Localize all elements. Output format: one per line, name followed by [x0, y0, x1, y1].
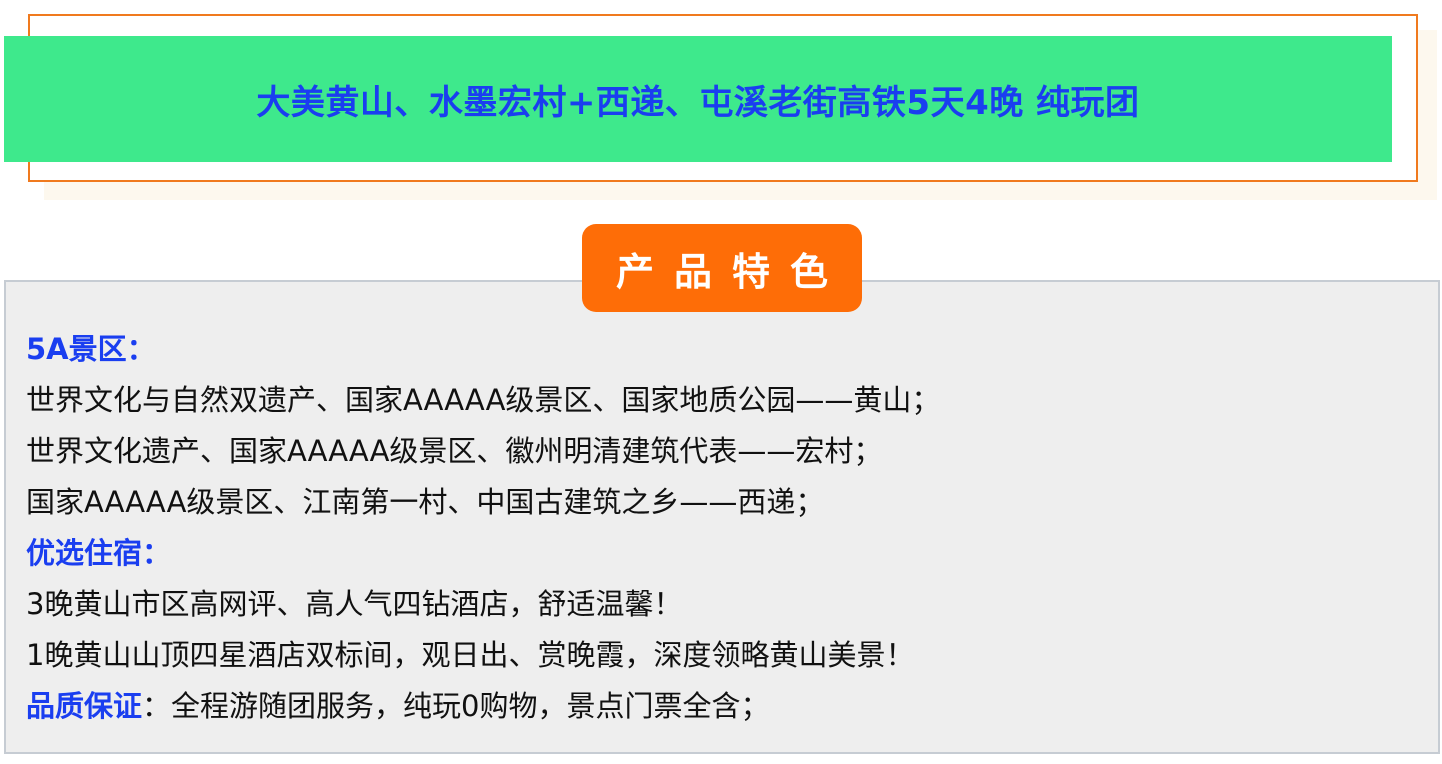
scenic-line-huangshan: 世界文化与自然双遗产、国家AAAAA级景区、国家地质公园——黄山；	[26, 383, 941, 417]
lodging-line-city-hotel: 3晚黄山市区高网评、高人气四钻酒店，舒适温馨！	[26, 587, 683, 621]
scenic-line-hongcun: 世界文化遗产、国家AAAAA级景区、徽州明清建筑代表——宏村；	[26, 434, 883, 468]
scenic-line-xidi: 国家AAAAA级景区、江南第一村、中国古建筑之乡——西递；	[26, 485, 825, 519]
lodging-heading: 优选住宿：	[26, 536, 172, 570]
quality-line: 品质保证：全程游随团服务，纯玩0购物，景点门票全含；	[26, 681, 1426, 732]
section-badge-label: 产品特色	[615, 249, 848, 294]
page-title: 大美黄山、水墨宏村+西递、屯溪老街高铁5天4晚 纯玩团	[256, 82, 1140, 123]
section-badge: 产品特色	[582, 224, 862, 312]
quality-heading: 品质保证	[26, 689, 143, 723]
quality-text: ：全程游随团服务，纯玩0购物，景点门票全含；	[142, 689, 770, 723]
features-content: 5A景区： 世界文化与自然双遗产、国家AAAAA级景区、国家地质公园——黄山； …	[26, 324, 1426, 732]
title-banner: 大美黄山、水墨宏村+西递、屯溪老街高铁5天4晚 纯玩团	[4, 36, 1392, 162]
scenic-heading: 5A景区：	[26, 332, 156, 366]
lodging-line-summit-hotel: 1晚黄山山顶四星酒店双标间，观日出、赏晚霞，深度领略黄山美景！	[26, 638, 915, 672]
page: 大美黄山、水墨宏村+西递、屯溪老街高铁5天4晚 纯玩团 产品特色 5A景区： 世…	[0, 0, 1442, 764]
